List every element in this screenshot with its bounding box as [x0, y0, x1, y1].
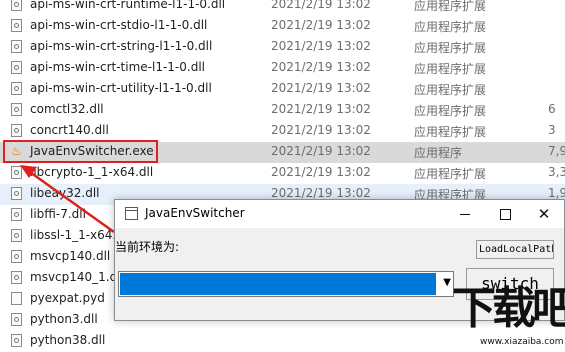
close-button[interactable]: ✕ — [524, 200, 564, 228]
env-select-dropdown[interactable]: ▼ — [118, 271, 454, 297]
load-local-path-button[interactable]: LoadLocalPath — [476, 240, 554, 259]
chevron-down-icon[interactable]: ▼ — [443, 277, 451, 288]
watermark-logo: 下载吧 — [452, 283, 565, 334]
watermark: 下载吧 www.xiazaiba.com — [452, 284, 565, 351]
maximize-button[interactable] — [485, 200, 525, 228]
current-env-label: 当前环境为: — [115, 240, 180, 254]
maximize-icon — [499, 209, 511, 220]
window-title: JavaEnvSwitcher — [145, 206, 245, 220]
watermark-url: www.xiazaiba.com — [480, 337, 564, 347]
close-icon: ✕ — [537, 205, 551, 223]
app-window-icon — [125, 207, 138, 220]
minimize-button[interactable] — [445, 200, 485, 228]
window-titlebar[interactable]: JavaEnvSwitcher ✕ — [115, 200, 564, 228]
minimize-icon — [460, 214, 470, 215]
env-select-value — [120, 273, 436, 295]
